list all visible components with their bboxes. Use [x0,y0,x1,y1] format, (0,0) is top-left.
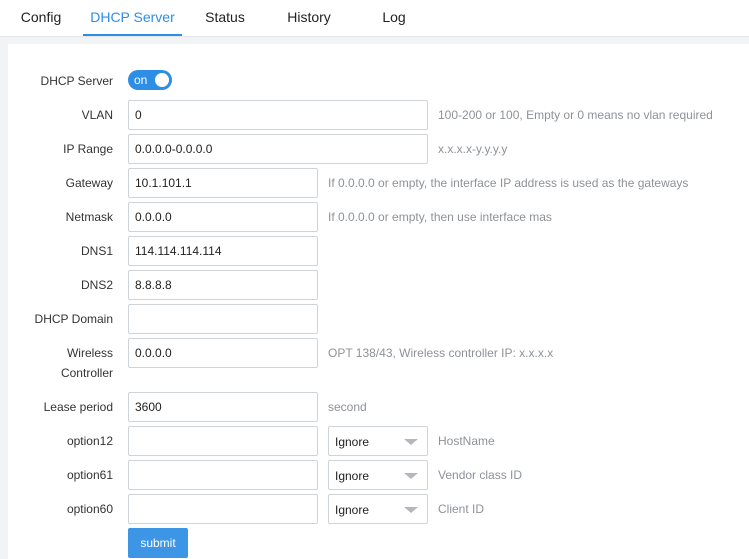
wireless-controller-hint: OPT 138/43, Wireless controller IP: x.x.… [328,346,554,360]
option61-select-value: Ignore [335,469,370,483]
option12-input[interactable] [128,426,318,456]
option12-hint: HostName [438,434,495,448]
dhcp-domain-input[interactable] [128,304,318,334]
option61-input[interactable] [128,460,318,490]
option60-label: option60 [66,502,113,516]
wireless-label-line1: Wireless [66,346,113,360]
option61-label: option61 [66,468,113,482]
vlan-input[interactable] [128,100,428,130]
dns2-label: DNS2 [80,278,113,292]
dns1-label: DNS1 [80,244,113,258]
option60-select[interactable]: Ignore [328,494,428,524]
submit-button[interactable]: submit [128,528,188,558]
chevron-down-icon [404,507,418,513]
tab-bar: Config DHCP Server Status History Log [0,0,749,37]
tab-history[interactable]: History [280,0,338,36]
netmask-hint: If 0.0.0.0 or empty, then use interface … [328,210,552,224]
chevron-down-icon [404,439,418,445]
netmask-label: Netmask [65,210,113,224]
lease-period-unit: second [328,400,367,414]
gateway-hint: If 0.0.0.0 or empty, the interface IP ad… [328,176,689,190]
option12-select-value: Ignore [335,435,370,449]
option60-input[interactable] [128,494,318,524]
lease-period-label: Lease period [43,400,113,414]
option12-select[interactable]: Ignore [328,426,428,456]
ip-range-label: IP Range [63,142,113,156]
option60-hint: Client ID [438,502,485,516]
wireless-controller-input[interactable] [128,338,318,368]
dns2-input[interactable] [128,270,318,300]
dhcp-domain-label: DHCP Domain [34,312,113,326]
netmask-input[interactable] [128,202,318,232]
ip-range-input[interactable] [128,134,428,164]
vlan-hint: 100-200 or 100, Empty or 0 means no vlan… [438,108,713,122]
vlan-label: VLAN [81,108,113,122]
lease-period-input[interactable] [128,392,318,422]
gateway-input[interactable] [128,168,318,198]
toggle-knob [155,73,169,87]
option12-label: option12 [66,434,113,448]
dhcp-server-toggle[interactable]: on [128,70,172,90]
wireless-label-line2: Controller [60,366,113,380]
option61-hint: Vendor class ID [438,468,523,482]
dns1-input[interactable] [128,236,318,266]
tab-log[interactable]: Log [374,0,414,36]
dhcp-server-label: DHCP Server [40,74,113,88]
tab-status[interactable]: Status [198,0,252,36]
gateway-label: Gateway [65,176,113,190]
chevron-down-icon [404,473,418,479]
ip-range-hint: x.x.x.x-y.y.y.y [438,142,508,156]
tab-dhcp-server[interactable]: DHCP Server [83,0,182,36]
option60-select-value: Ignore [335,503,370,517]
toggle-state-text: on [134,73,148,87]
option61-select[interactable]: Ignore [328,460,428,490]
tab-config[interactable]: Config [14,0,68,36]
